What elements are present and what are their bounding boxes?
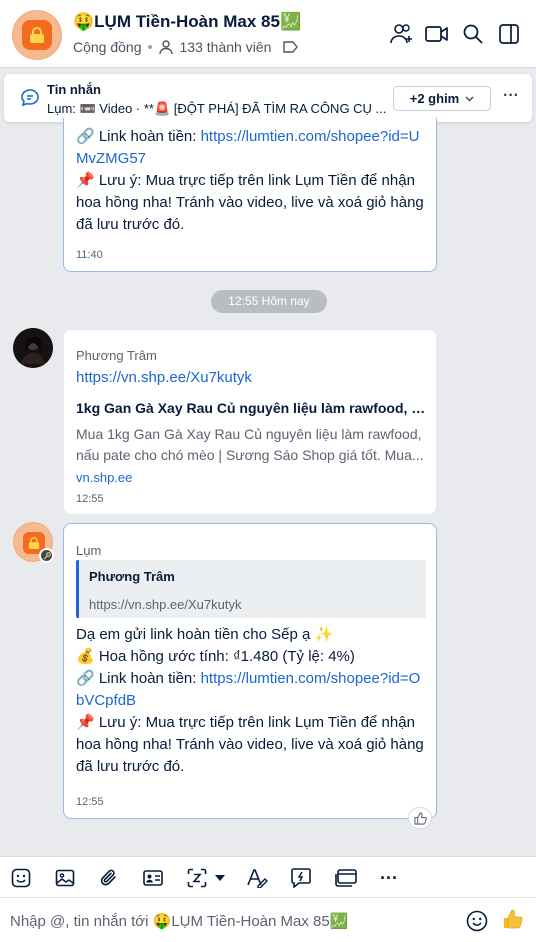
thumbs-up-icon bbox=[413, 811, 427, 825]
chat-header: 🤑LỤM Tiền-Hoàn Max 85💹 Cộng đồng 133 thà… bbox=[0, 0, 536, 68]
tag-icon[interactable] bbox=[283, 40, 299, 54]
sender-name[interactable]: Lụm bbox=[76, 540, 101, 562]
message-note: 📌 Lưu ý: Mua trực tiếp trên link Lụm Tiề… bbox=[76, 714, 424, 775]
payment-card-icon[interactable] bbox=[333, 866, 359, 890]
community-label: Cộng đồng bbox=[73, 39, 142, 55]
lock-icon bbox=[28, 537, 40, 549]
quote-author: Phương Trâm bbox=[89, 569, 175, 584]
preview-domain: vn.shp.ee bbox=[76, 470, 133, 485]
date-divider: 12:55 Hôm nay bbox=[211, 290, 327, 313]
sender-name[interactable]: Phương Trâm bbox=[76, 345, 157, 367]
group-meta: Cộng đồng 133 thành viên bbox=[73, 39, 299, 55]
bot-avatar[interactable] bbox=[13, 522, 54, 563]
pinned-title: Tin nhắn bbox=[47, 82, 101, 97]
chevron-down-icon bbox=[465, 96, 474, 101]
contact-card-icon[interactable] bbox=[141, 866, 165, 890]
sticker-icon[interactable] bbox=[9, 866, 33, 890]
quick-message-icon[interactable] bbox=[289, 866, 313, 890]
message-link-line: 🔗 Link hoàn tiền: https://lumtien.com/sh… bbox=[76, 126, 426, 170]
search-icon[interactable] bbox=[460, 21, 486, 47]
link-label: 🔗 Link hoàn tiền: bbox=[76, 128, 201, 145]
message-input[interactable] bbox=[10, 909, 450, 933]
quoted-message[interactable]: Phương Trâm https://vn.shp.ee/Xu7kutyk bbox=[76, 560, 426, 618]
message-bubble[interactable]: Phương Trâm https://vn.shp.ee/Xu7kutyk 1… bbox=[63, 329, 437, 515]
screenshot-icon[interactable] bbox=[185, 866, 209, 890]
composer-toolbar: ··· bbox=[0, 856, 536, 897]
emoji-icon[interactable] bbox=[466, 910, 490, 934]
message-text: Dạ em gửi link hoàn tiền cho Sếp ạ ✨ bbox=[76, 626, 334, 643]
message-bubble[interactable]: 🔗 Link hoàn tiền: https://lumtien.com/sh… bbox=[63, 118, 437, 272]
video-call-icon[interactable] bbox=[424, 21, 450, 47]
message-note: 📌 Lưu ý: Mua trực tiếp trên link Lụm Tiề… bbox=[76, 172, 424, 233]
more-pins-label: +2 ghim bbox=[409, 91, 460, 106]
key-badge-icon bbox=[39, 548, 54, 563]
quote-text: https://vn.shp.ee/Xu7kutyk bbox=[89, 597, 242, 612]
preview-description: Mua 1kg Gan Gà Xay Rau Củ nguyên liệu là… bbox=[76, 426, 424, 463]
reaction-button[interactable] bbox=[408, 807, 432, 829]
group-title[interactable]: 🤑LỤM Tiền-Hoàn Max 85💹 bbox=[73, 12, 301, 32]
pinned-preview[interactable]: Lụm: 📼 Video · **🚨 [ĐỘT PHÁ] ĐÃ TÌM RA C… bbox=[47, 101, 387, 117]
caret-down-icon[interactable] bbox=[209, 866, 231, 890]
image-icon[interactable] bbox=[53, 866, 77, 890]
commission-line: 💰 Hoa hồng ước tính: ₫1.480 (Tỷ lệ: 4%) bbox=[76, 648, 355, 665]
lock-icon bbox=[30, 27, 44, 43]
sidebar-toggle-icon[interactable] bbox=[496, 21, 522, 47]
like-button[interactable] bbox=[502, 908, 526, 934]
message-composer bbox=[0, 897, 536, 942]
avatar[interactable] bbox=[13, 328, 53, 368]
message-time: 11:40 bbox=[76, 249, 103, 261]
chat-bubble-icon bbox=[20, 88, 40, 108]
separator-dot bbox=[147, 45, 152, 49]
member-count[interactable]: 133 thành viên bbox=[180, 39, 272, 55]
attachment-icon[interactable] bbox=[97, 866, 121, 890]
message-link[interactable]: https://vn.shp.ee/Xu7kutyk bbox=[76, 367, 252, 389]
link-preview[interactable]: 1kg Gan Gà Xay Rau Củ nguyên liệu làm ra… bbox=[76, 397, 426, 489]
message-time: 12:55 bbox=[76, 493, 104, 505]
link-label: 🔗 Link hoàn tiền: bbox=[76, 670, 201, 687]
member-icon[interactable] bbox=[158, 39, 174, 55]
message-bubble[interactable]: Lụm Phương Trâm https://vn.shp.ee/Xu7kut… bbox=[63, 523, 437, 819]
group-avatar[interactable] bbox=[12, 10, 62, 60]
thumbs-up-icon bbox=[504, 909, 523, 929]
message-link-line: 🔗 Link hoàn tiền: https://lumtien.com/sh… bbox=[76, 668, 426, 712]
more-pins-button[interactable]: +2 ghim bbox=[393, 86, 491, 111]
more-actions-icon[interactable]: ··· bbox=[377, 866, 401, 890]
more-options-button[interactable]: ··· bbox=[500, 86, 522, 110]
text-format-icon[interactable] bbox=[245, 866, 269, 890]
add-member-icon[interactable] bbox=[389, 21, 415, 47]
preview-title: 1kg Gan Gà Xay Rau Củ nguyên liệu làm ra… bbox=[76, 400, 426, 416]
message-time: 12:55 bbox=[76, 796, 104, 808]
pinned-message-bar[interactable]: Tin nhắn Lụm: 📼 Video · **🚨 [ĐỘT PHÁ] ĐÃ… bbox=[4, 74, 532, 122]
